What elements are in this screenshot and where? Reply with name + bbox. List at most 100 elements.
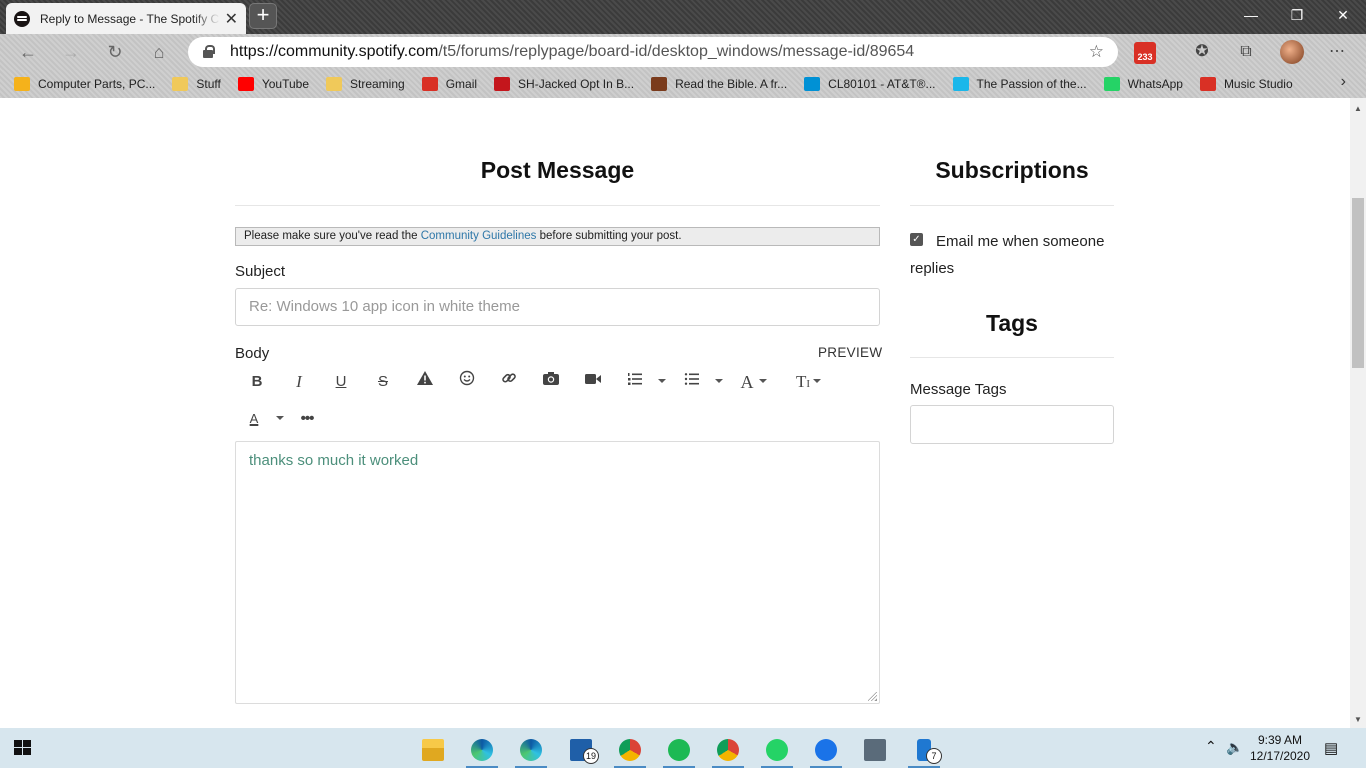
- minimize-window-icon[interactable]: —: [1228, 0, 1274, 30]
- profile-avatar[interactable]: [1280, 40, 1304, 64]
- maximize-window-icon[interactable]: ❐: [1274, 0, 1320, 30]
- bookmark-label: Streaming: [350, 77, 405, 91]
- text-color-dropdown-icon[interactable]: [276, 416, 284, 420]
- numbered-list-icon[interactable]: [622, 370, 648, 394]
- font-family-icon[interactable]: A: [734, 370, 760, 394]
- strikethrough-icon[interactable]: S: [370, 370, 396, 394]
- collections-icon[interactable]: ⧉: [1235, 41, 1257, 63]
- spotify-icon[interactable]: [659, 732, 699, 768]
- subject-input[interactable]: Re: Windows 10 app icon in white theme: [235, 288, 880, 326]
- refresh-icon[interactable]: ↻: [102, 40, 128, 64]
- mail-app-badge: 19: [583, 748, 599, 764]
- file-explorer-icon[interactable]: [413, 732, 453, 768]
- bookmark-item[interactable]: Streaming: [326, 77, 405, 91]
- calculator-icon[interactable]: [855, 732, 895, 768]
- bookmark-item[interactable]: Music Studio: [1199, 77, 1293, 91]
- edge-browser-icon[interactable]: [462, 732, 502, 768]
- bookmark-label: The Passion of the...: [976, 77, 1087, 91]
- bookmark-icon: [494, 77, 511, 91]
- scroll-down-icon[interactable]: ▼: [1350, 715, 1366, 724]
- browser-toolbar: ← → ↻ ⌂ https://community.spotify.com/t5…: [0, 34, 1366, 70]
- url-text: https://community.spotify.com/t5/forums/…: [230, 43, 915, 60]
- bookmark-item[interactable]: SH-Jacked Opt In B...: [494, 77, 634, 91]
- bookmark-item[interactable]: The Passion of the...: [952, 77, 1087, 91]
- body-label: Body: [235, 345, 270, 362]
- mail-extension-icon[interactable]: 233: [1134, 42, 1156, 64]
- chrome-2-icon[interactable]: [708, 732, 748, 768]
- scroll-up-icon[interactable]: ▲: [1350, 104, 1366, 113]
- whatsapp-icon[interactable]: [757, 732, 797, 768]
- body-editor[interactable]: thanks so much it worked: [235, 441, 880, 704]
- underline-icon[interactable]: U: [328, 370, 354, 394]
- phone-app-icon[interactable]: 7: [904, 732, 944, 768]
- guidelines-notice: Please make sure you've read the Communi…: [235, 227, 880, 246]
- browser-tab[interactable]: Reply to Message - The Spotify Community…: [6, 3, 246, 34]
- forward-icon[interactable]: →: [58, 40, 84, 64]
- bookmark-icon: [804, 77, 821, 91]
- link-icon[interactable]: [496, 370, 522, 394]
- font-family-dropdown-icon[interactable]: [759, 379, 767, 383]
- settings-more-icon[interactable]: ⋯: [1326, 41, 1348, 63]
- address-bar[interactable]: https://community.spotify.com/t5/forums/…: [188, 37, 1118, 67]
- show-hidden-icons-icon[interactable]: ⌃: [1205, 738, 1217, 768]
- chrome-icon[interactable]: [610, 732, 650, 768]
- bookmark-item[interactable]: Read the Bible. A fr...: [651, 77, 787, 91]
- clock-date: 12/17/2020: [1249, 749, 1311, 763]
- favorites-icon[interactable]: ✪: [1191, 41, 1213, 63]
- resize-grip-icon[interactable]: [868, 692, 877, 701]
- body-text: thanks so much it worked: [249, 452, 419, 469]
- camera-icon[interactable]: [538, 370, 564, 394]
- video-icon[interactable]: [580, 370, 606, 394]
- text-color-icon[interactable]: A: [241, 407, 267, 431]
- mail-app-icon[interactable]: 19: [561, 732, 601, 768]
- new-tab-button[interactable]: +: [249, 3, 277, 29]
- bookmark-label: Music Studio: [1223, 77, 1293, 91]
- subject-label: Subject: [235, 263, 286, 280]
- clock-time: 9:39 AM: [1257, 733, 1303, 747]
- messenger-icon[interactable]: [806, 732, 846, 768]
- subscriptions-heading: Subscriptions: [935, 157, 1089, 183]
- emoji-icon[interactable]: [454, 370, 480, 394]
- bullet-list-icon[interactable]: [679, 370, 705, 394]
- notice-prefix: Please make sure you've read the: [244, 230, 421, 242]
- close-window-icon[interactable]: ✕: [1320, 0, 1366, 30]
- bold-icon[interactable]: B: [244, 370, 270, 394]
- more-options-icon[interactable]: •••: [294, 407, 320, 431]
- bookmark-icon: [952, 77, 969, 91]
- bookmark-item[interactable]: WhatsApp: [1103, 77, 1183, 91]
- community-guidelines-link[interactable]: Community Guidelines: [421, 230, 537, 242]
- bookmark-label: YouTube: [261, 77, 309, 91]
- bookmark-icon: [1199, 77, 1216, 91]
- numbered-list-dropdown-icon[interactable]: [658, 379, 666, 383]
- edge-browser-2-icon[interactable]: [511, 732, 551, 768]
- bookmark-label: CL80101 - AT&T®...: [828, 77, 936, 91]
- bullet-list-dropdown-icon[interactable]: [715, 379, 723, 383]
- scrollbar-thumb[interactable]: [1352, 198, 1364, 368]
- spoiler-warning-icon[interactable]: [412, 370, 438, 394]
- bookmark-icon: [14, 77, 30, 91]
- email-notify-label: Email me when someone replies: [910, 233, 1105, 277]
- bookmark-item[interactable]: Stuff: [172, 77, 221, 91]
- favorite-star-icon[interactable]: ☆: [1089, 42, 1104, 62]
- bookmark-item[interactable]: Gmail: [421, 77, 477, 91]
- tags-heading: Tags: [986, 310, 1038, 336]
- page-scrollbar[interactable]: ▲ ▼: [1350, 98, 1366, 728]
- post-divider: [235, 205, 880, 206]
- post-message-heading: Post Message: [480, 157, 635, 183]
- bookmark-icon: [237, 77, 254, 91]
- message-tags-input[interactable]: [910, 405, 1114, 444]
- back-icon[interactable]: ←: [15, 40, 41, 64]
- italic-icon[interactable]: I: [286, 370, 312, 394]
- home-icon[interactable]: ⌂: [146, 40, 172, 64]
- bookmark-item[interactable]: YouTube: [237, 77, 309, 91]
- windows-start-icon[interactable]: [14, 740, 32, 756]
- notifications-icon[interactable]: ▤: [1324, 739, 1338, 768]
- bookmarks-overflow-icon[interactable]: ›: [1341, 73, 1346, 91]
- tab-close-icon[interactable]: ✕: [225, 9, 238, 29]
- preview-button[interactable]: PREVIEW: [818, 345, 882, 360]
- font-size-dropdown-icon[interactable]: [813, 379, 821, 383]
- bookmark-item[interactable]: CL80101 - AT&T®...: [804, 77, 936, 91]
- tags-divider: [910, 357, 1114, 358]
- system-clock[interactable]: 9:39 AM 12/17/2020: [1240, 732, 1320, 764]
- bookmark-item[interactable]: Computer Parts, PC...: [14, 77, 155, 91]
